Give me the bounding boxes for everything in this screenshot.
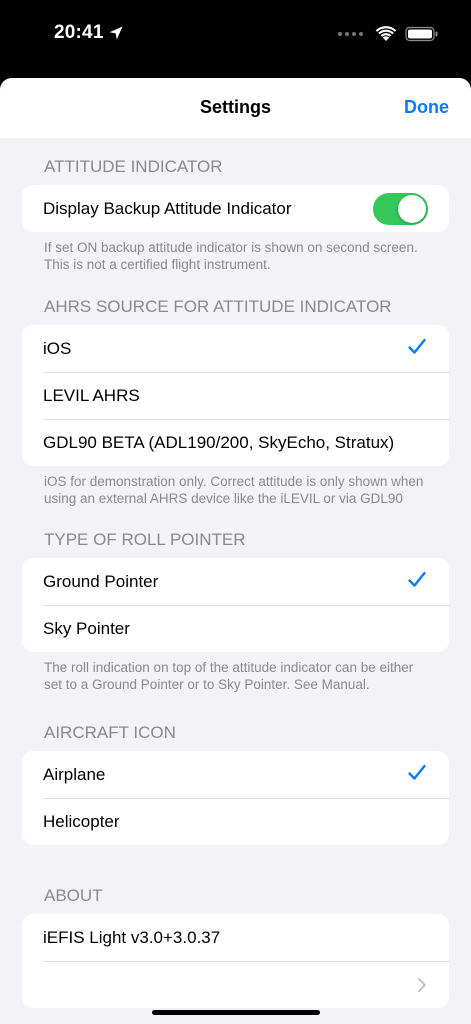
roll-footer: The roll indication on top of the attitu… — [44, 660, 414, 692]
done-button[interactable]: Done — [404, 97, 449, 118]
backup-attitude-row: Display Backup Attitude Indicator — [22, 185, 449, 232]
navigation-bar: Settings Done — [0, 78, 471, 138]
ahrs-option-label: iOS — [43, 338, 72, 358]
checkmark-icon — [408, 764, 426, 780]
aircraft-group: Airplane Helicopter — [22, 751, 449, 845]
clock-label: 20:41 — [54, 22, 104, 43]
ahrs-option-gdl90[interactable]: GDL90 BETA (ADL190/200, SkyEcho, Stratux… — [22, 419, 449, 466]
aircraft-option-label: Airplane — [43, 764, 106, 784]
aircraft-option-airplane[interactable]: Airplane — [22, 751, 449, 798]
roll-option-label: Sky Pointer — [43, 618, 130, 638]
section-header-ahrs: AHRS SOURCE FOR ATTITUDE INDICATOR — [44, 297, 392, 316]
home-indicator — [152, 1010, 320, 1015]
roll-option-label: Ground Pointer — [43, 571, 159, 591]
section-header-about: ABOUT — [44, 886, 103, 905]
about-group: iEFIS Light v3.0+3.0.37 — [22, 914, 449, 1008]
about-version-row: iEFIS Light v3.0+3.0.37 — [22, 914, 449, 961]
settings-sheet: Settings Done ATTITUDE INDICATOR Display… — [0, 78, 471, 1024]
roll-option-ground[interactable]: Ground Pointer — [22, 558, 449, 605]
aircraft-option-label: Helicopter — [43, 811, 120, 831]
wifi-icon — [375, 26, 397, 41]
about-next-row[interactable] — [22, 961, 449, 1008]
battery-icon — [405, 26, 438, 42]
status-time: 20:41 — [54, 22, 124, 44]
ahrs-group: iOS LEVIL AHRS GDL90 BETA (ADL190/200, S… — [22, 325, 449, 466]
location-arrow-icon — [109, 26, 123, 40]
ahrs-option-levil[interactable]: LEVIL AHRS — [22, 372, 449, 419]
section-header-aircraft: AIRCRAFT ICON — [44, 723, 176, 742]
roll-group: Ground Pointer Sky Pointer — [22, 558, 449, 652]
status-icons — [338, 26, 439, 42]
aircraft-option-helicopter[interactable]: Helicopter — [22, 798, 449, 845]
ahrs-option-label: LEVIL AHRS — [43, 385, 140, 405]
ahrs-option-label: GDL90 BETA (ADL190/200, SkyEcho, Stratux… — [43, 432, 395, 452]
ahrs-option-ios[interactable]: iOS — [22, 325, 449, 372]
checkmark-icon — [408, 571, 426, 587]
backup-attitude-toggle[interactable] — [373, 193, 428, 225]
checkmark-icon — [408, 338, 426, 354]
ahrs-footer: iOS for demonstration only. Correct atti… — [44, 474, 424, 506]
version-label: iEFIS Light v3.0+3.0.37 — [43, 927, 221, 947]
section-header-attitude: ATTITUDE INDICATOR — [44, 157, 223, 176]
toggle-knob — [398, 195, 426, 223]
chevron-right-icon — [418, 978, 426, 992]
signal-dots-icon — [338, 32, 363, 36]
roll-option-sky[interactable]: Sky Pointer — [22, 605, 449, 652]
section-header-roll: TYPE OF ROLL POINTER — [44, 530, 246, 549]
status-bar: 20:41 — [0, 0, 471, 78]
backup-attitude-label: Display Backup Attitude Indicator — [43, 198, 292, 218]
attitude-footer: If set ON backup attitude indicator is s… — [44, 240, 418, 272]
page-title: Settings — [199, 97, 271, 117]
attitude-group: Display Backup Attitude Indicator — [22, 185, 449, 232]
